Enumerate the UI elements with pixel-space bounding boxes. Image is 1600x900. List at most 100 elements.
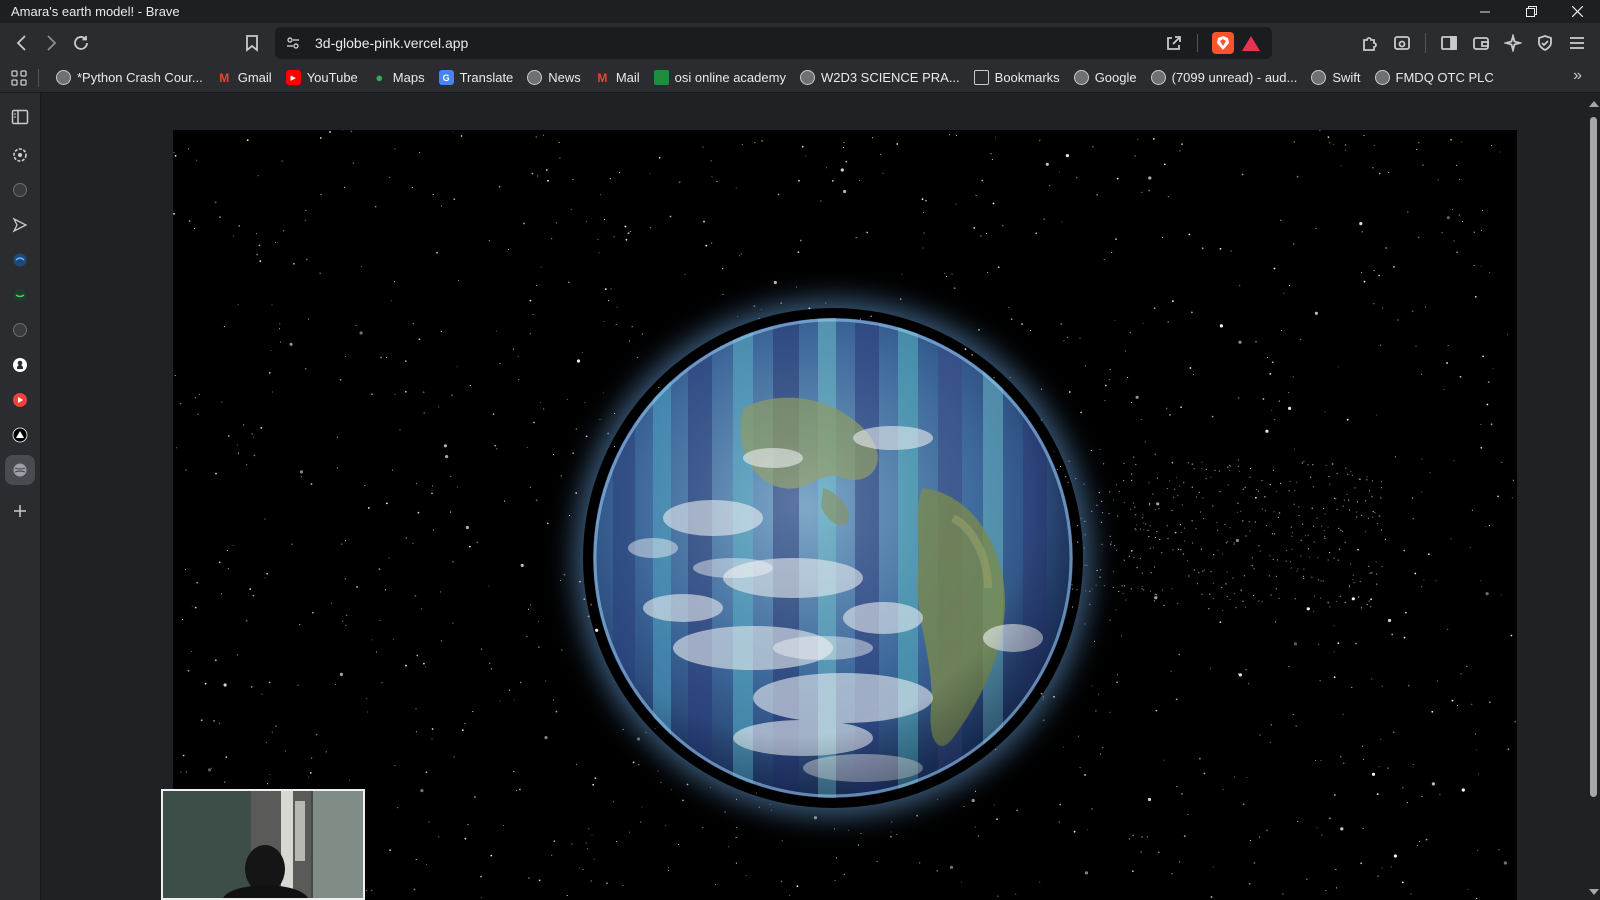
sidebar-add-button[interactable] [9,500,31,522]
sidebar-item-site-3[interactable] [9,284,31,306]
site-icon [13,288,27,302]
bookmark-item[interactable]: Swift [1304,66,1367,90]
site-icon [13,183,27,197]
bookmark-label: Mail [615,70,640,85]
lion-glyph [1217,36,1229,50]
bookmark-item[interactable]: ● Maps [365,66,432,90]
scroll-down-arrow[interactable] [1589,889,1599,895]
bookmark-item[interactable]: G Translate [432,66,521,90]
more-bookmarks-button[interactable]: » [1573,67,1582,85]
bookmark-item[interactable]: W2D3 SCIENCE PRA... [793,66,967,90]
gmail-icon: M [219,70,230,85]
bookmark-item[interactable]: (7099 unread) - aud... [1144,66,1305,90]
bookmark-label: Swift [1332,70,1361,85]
brave-rewards-icon[interactable] [1242,35,1260,51]
wallet-icon [1473,37,1489,50]
leo-ai-button[interactable] [1498,28,1528,58]
sidebar-item-site-4[interactable] [9,319,31,341]
bookmark-item[interactable]: *Python Crash Cour... [49,66,210,90]
divider [1425,33,1426,53]
extensions-icon [1363,37,1377,51]
send-icon [12,217,28,233]
bookmark-label: Gmail [237,70,272,85]
scroll-up-arrow[interactable] [1589,101,1599,107]
forward-button[interactable] [36,28,66,58]
forward-icon [47,35,57,51]
reload-button[interactable] [66,28,96,58]
globe-icon [13,463,27,477]
sidebar-item-github[interactable] [9,354,31,376]
sidebar-toggle-button[interactable] [1434,28,1464,58]
vpn-button[interactable] [1530,28,1560,58]
webcam-preview[interactable] [161,789,365,900]
wallet-button[interactable] [1466,28,1496,58]
bookmark-label: FMDQ OTC PLC [1395,70,1494,85]
apps-button[interactable] [0,63,38,93]
globe-icon [1311,70,1327,85]
divider [38,68,39,87]
bookmark-item[interactable]: M Mail [588,66,647,90]
share-button[interactable] [1159,28,1189,58]
webgl-canvas[interactable] [173,130,1517,900]
site-icon [13,253,27,267]
bookmark-label: News [548,70,581,85]
browser-toolbar: 3d-globe-pink.vercel.app [0,23,1600,63]
globe-icon [1374,70,1390,85]
url-text[interactable]: 3d-globe-pink.vercel.app [315,35,1159,51]
bookmark-label: *Python Crash Cour... [77,70,203,85]
maps-icon: ● [375,70,384,85]
brave-sidebar [0,93,41,900]
sidebar-item-chatgpt[interactable] [9,144,31,166]
address-bar[interactable]: 3d-globe-pink.vercel.app [275,27,1272,59]
bookmark-label: Google [1094,70,1137,85]
minimize-button[interactable] [1462,0,1508,23]
sidebar-panel-icon [11,109,29,125]
bookmark-item[interactable]: FMDQ OTC PLC [1368,66,1501,90]
sidebar-panel-button[interactable] [9,106,31,128]
globe-icon [527,70,543,85]
sidebar-item-app-2[interactable] [9,424,31,446]
bookmark-item[interactable]: osi online academy [647,66,793,90]
youtube-icon: ▶ [285,70,301,85]
earth-globe[interactable] [593,318,1073,798]
translate-icon: G [438,70,454,85]
github-icon [13,358,27,372]
sidebar-item-app-1[interactable] [9,389,31,411]
webcam-feed [163,791,363,898]
bookmark-list: *Python Crash Cour... M Gmail ▶ YouTube ● Maps… [49,66,1501,90]
back-button[interactable] [7,28,37,58]
bookmark-label: (7099 unread) - aud... [1171,70,1298,85]
bookmark-item[interactable]: Bookmarks [967,66,1067,90]
sidebar-item-send[interactable] [9,214,31,236]
menu-button[interactable] [1562,28,1592,58]
bookmark-button[interactable] [237,28,267,58]
bookmark-label: W2D3 SCIENCE PRA... [820,70,960,85]
bookmark-label: Maps [392,70,425,85]
globe-icon [56,70,71,85]
sidebar-toggle-icon [1441,36,1457,50]
brave-shields-icon[interactable] [1212,32,1234,54]
gmail-icon: M [597,70,608,85]
bookmark-item[interactable]: ▶ YouTube [279,66,365,90]
bookmark-item[interactable]: News [520,66,588,90]
bookmark-icon [246,35,258,52]
tab-search-icon [1394,36,1410,50]
bookmark-item[interactable]: Google [1067,66,1144,90]
reload-icon [74,36,88,50]
site-settings-icon[interactable] [285,35,301,51]
share-icon [1167,36,1181,50]
bookmark-item[interactable]: M Gmail [210,66,279,90]
sidebar-item-site-2[interactable] [9,249,31,271]
scroll-thumb[interactable] [1590,117,1597,797]
vertical-scrollbar[interactable] [1587,93,1600,900]
extensions-button[interactable] [1355,28,1385,58]
window-title: Amara's earth model! - Brave [11,4,180,19]
back-icon [16,35,26,51]
sidebar-item-site-1[interactable] [9,179,31,201]
vpn-icon [1538,35,1552,52]
close-button[interactable] [1554,0,1600,23]
bookmark-label: YouTube [306,70,358,85]
tab-search-button[interactable] [1387,28,1417,58]
sidebar-item-globe[interactable] [5,455,35,485]
restore-button[interactable] [1508,0,1554,23]
